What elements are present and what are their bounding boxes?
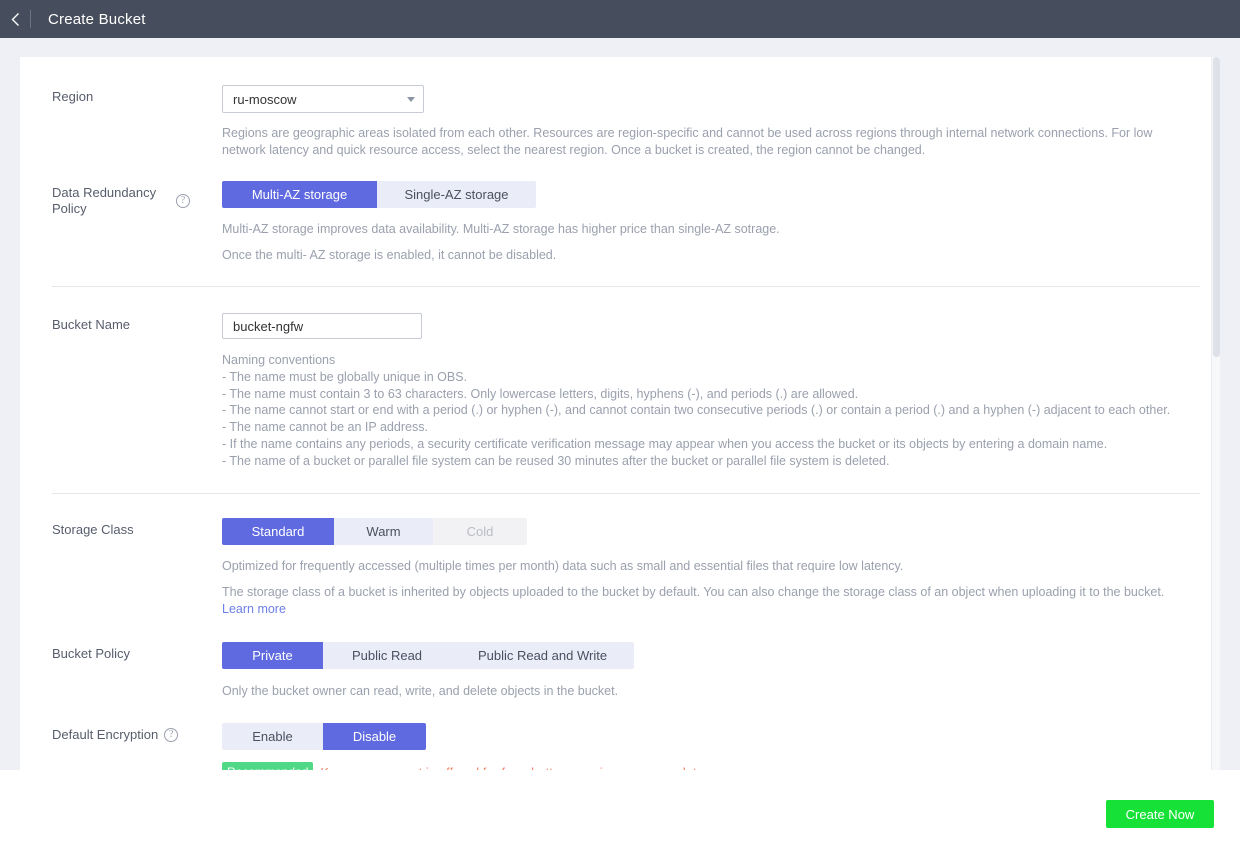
bucket-name-input[interactable] [222,313,422,339]
top-header-bar: Create Bucket [0,0,1240,38]
default-encryption-row: Default Encryption ? Enable Disable Reco… [20,722,1220,770]
bucket-policy-field: Private Public Read Public Read and Writ… [190,641,1220,700]
encryption-recommendation: Recommended Key management is offered fo… [222,761,1220,770]
storage-class-label: Storage Class [52,521,134,537]
default-encryption-option-disable[interactable]: Disable [323,722,426,750]
redundancy-toggle-group: Multi-AZ storage Single-AZ storage [222,181,536,208]
bucket-policy-label: Bucket Policy [52,645,131,661]
card-scrollbar[interactable] [1211,57,1220,770]
bucket-policy-option-private[interactable]: Private [222,641,323,669]
section-divider-2 [52,492,1200,494]
redundancy-option-single-az[interactable]: Single-AZ storage [377,181,536,208]
redundancy-label-text: Data Redundancy Policy [52,185,157,216]
bucket-policy-description: Only the bucket owner can read, write, a… [222,683,619,698]
chevron-down-icon [407,96,415,102]
question-mark-icon[interactable]: ? [176,194,190,208]
naming-convention-item: - The name cannot be an IP address. [222,420,428,435]
naming-conventions: Naming conventions - The name must be gl… [222,352,1192,470]
naming-convention-item: - If the name contains any periods, a se… [222,436,1108,451]
section-divider-1 [52,286,1200,287]
bucket-policy-option-public-read-write[interactable]: Public Read and Write [451,641,634,669]
status-badge: Recommended [222,761,314,770]
bucket-name-label: Bucket Name [52,317,131,332]
storage-class-option-warm[interactable]: Warm [334,517,433,545]
storage-class-toggle-group: Standard Warm Cold [222,517,527,545]
default-encryption-label: Default Encryption ? [20,723,190,743]
region-row: Region ru-moscow Regions are geographic … [20,85,1220,159]
card-content: Region ru-moscow Regions are geographic … [20,85,1220,770]
storage-class-description-1: Optimized for frequently accessed (multi… [222,558,904,573]
question-mark-icon[interactable]: ? [164,727,179,742]
storage-class-field: Standard Warm Cold Optimized for frequen… [190,517,1220,618]
redundancy-description-1: Multi-AZ storage improves data availabil… [222,222,780,236]
storage-class-option-cold: Cold [433,517,527,545]
storage-class-option-standard[interactable]: Standard [222,517,334,545]
naming-convention-item: - The name must be globally unique in OB… [222,369,468,384]
region-label: Region [52,89,94,104]
storage-class-description-2: The storage class of a bucket is inherit… [222,584,1190,618]
redundancy-option-multi-az[interactable]: Multi-AZ storage [222,181,377,208]
back-button[interactable] [0,0,30,38]
storage-class-description-2-text: The storage class of a bucket is inherit… [222,584,1165,599]
create-now-button[interactable]: Create Now [1106,800,1214,828]
default-encryption-option-enable[interactable]: Enable [222,722,323,750]
region-field: ru-moscow Regions are geographic areas i… [190,85,1220,159]
learn-more-link[interactable]: Learn more [222,602,286,616]
page-title: Create Bucket [48,10,146,28]
create-bucket-card: Region ru-moscow Regions are geographic … [20,57,1220,770]
bucket-policy-toggle-group: Private Public Read Public Read and Writ… [222,641,634,669]
naming-convention-item: - The name of a bucket or parallel file … [222,453,890,468]
bucket-name-field: Naming conventions - The name must be gl… [190,313,1220,470]
header-divider [30,10,31,28]
default-encryption-field: Enable Disable Recommended Key managemen… [190,722,1220,770]
bucket-policy-option-public-read[interactable]: Public Read [323,641,451,669]
bucket-name-row: Bucket Name Naming conventions - The nam… [20,313,1220,470]
storage-class-row: Storage Class Standard Warm Cold Optimiz… [20,517,1220,618]
naming-convention-item: - The name cannot start or end with a pe… [222,403,1171,418]
region-select-value: ru-moscow [233,91,297,107]
redundancy-description-2: Once the multi- AZ storage is enabled, i… [222,248,557,262]
region-select[interactable]: ru-moscow [222,85,424,113]
scrollbar-thumb[interactable] [1213,57,1220,357]
bucket-policy-row: Bucket Policy Private Public Read Public… [20,641,1220,700]
default-encryption-label-text: Default Encryption [52,726,159,742]
redundancy-field: Multi-AZ storage Single-AZ storage Multi… [190,181,1220,264]
chevron-left-icon [11,12,20,27]
naming-convention-item: - The name must contain 3 to 63 characte… [222,386,859,401]
footer-bar: Create Now [0,770,1240,841]
naming-conventions-title: Naming conventions [222,353,336,367]
default-encryption-toggle-group: Enable Disable [222,722,426,750]
redundancy-label: Data Redundancy Policy ? [20,181,190,217]
redundancy-row: Data Redundancy Policy ? Multi-AZ storag… [20,181,1220,264]
region-description: Regions are geographic areas isolated fr… [222,126,1153,157]
